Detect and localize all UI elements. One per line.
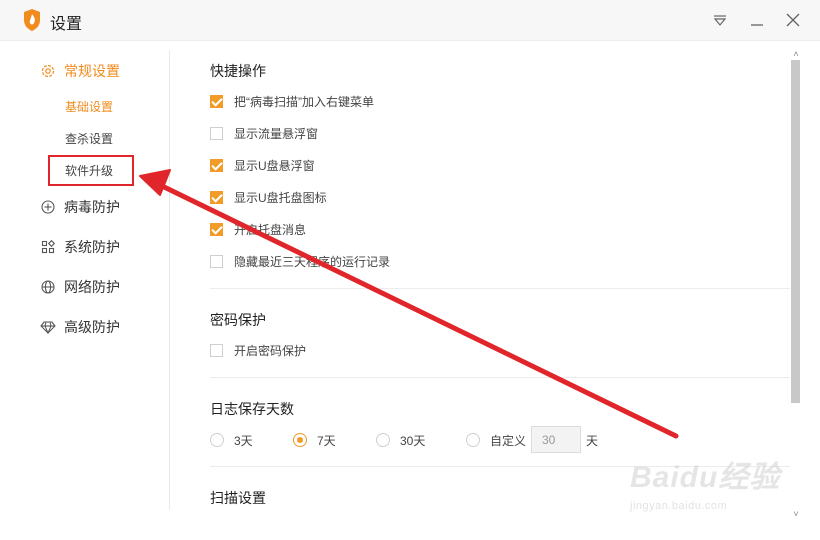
sidebar-item-label: 高级防护 — [64, 319, 120, 335]
diamond-icon — [40, 321, 56, 335]
checkbox[interactable] — [210, 190, 223, 204]
section-title-shortcut: 快捷操作 — [210, 63, 266, 79]
watermark-url: jingyan.baidu.com — [630, 500, 728, 512]
option-label: 开启托盘消息 — [234, 222, 307, 237]
close-icon[interactable] — [781, 8, 805, 32]
window-title: 设置 — [50, 16, 83, 33]
checkbox[interactable] — [210, 126, 223, 140]
radio-label: 3天 — [234, 433, 253, 448]
sidebar-item-label: 常规设置 — [64, 63, 120, 79]
radio-label: 7天 — [317, 433, 336, 448]
option-label: 显示U盘托盘图标 — [234, 190, 327, 205]
option-label: 把“病毒扫描”加入右键菜单 — [234, 94, 374, 109]
section-divider — [210, 377, 790, 378]
section-title-password: 密码保护 — [210, 312, 266, 328]
sidebar-item-label: 病毒防护 — [64, 199, 120, 215]
option-usb-float[interactable]: 显示U盘悬浮窗 — [210, 157, 315, 173]
app-logo-icon — [24, 9, 40, 31]
sidebar-item-virus[interactable]: 病毒防护 — [40, 194, 120, 220]
checkbox[interactable] — [210, 222, 223, 236]
section-title-scan: 扫描设置 — [210, 490, 266, 506]
radio-3-days[interactable]: 3天 — [210, 432, 253, 448]
radio-label: 自定义 — [490, 433, 527, 448]
watermark-logo: Baidu经验 — [630, 461, 781, 494]
custom-days-input[interactable] — [531, 426, 581, 453]
option-label: 显示流量悬浮窗 — [234, 126, 319, 141]
radio-button[interactable] — [293, 433, 307, 447]
option-add-context-menu[interactable]: 把“病毒扫描”加入右键菜单 — [210, 93, 374, 109]
scrollbar-thumb[interactable] — [791, 60, 800, 403]
checkbox[interactable] — [210, 254, 223, 268]
option-tray-messages[interactable]: 开启托盘消息 — [210, 221, 306, 237]
checkbox[interactable] — [210, 343, 223, 357]
sidebar-divider — [169, 50, 170, 510]
section-title-log-days: 日志保存天数 — [210, 401, 294, 417]
sidebar-item-label: 网络防护 — [64, 279, 120, 295]
sidebar-item-general[interactable]: 常规设置 — [40, 58, 120, 84]
checkbox[interactable] — [210, 158, 223, 172]
scroll-down-icon[interactable]: ˅ — [790, 509, 802, 519]
radio-label: 30天 — [400, 433, 426, 448]
radio-30-days[interactable]: 30天 — [376, 432, 425, 448]
sidebar-item-advanced[interactable]: 高级防护 — [40, 314, 120, 340]
checkbox[interactable] — [210, 94, 223, 108]
option-password-protection[interactable]: 开启密码保护 — [210, 342, 306, 358]
radio-button[interactable] — [466, 433, 480, 447]
radio-7-days[interactable]: 7天 — [293, 432, 336, 448]
radio-custom[interactable]: 自定义 — [466, 432, 526, 448]
radio-button[interactable] — [376, 433, 390, 447]
watermark: Baidu经验 jingyan.baidu.com — [630, 448, 790, 518]
dropdown-menu-icon[interactable] — [708, 8, 732, 32]
sidebar-item-system[interactable]: 系统防护 — [40, 234, 120, 260]
sidebar-item-network[interactable]: 网络防护 — [40, 274, 120, 300]
option-hide-run-records[interactable]: 隐藏最近三天程序的运行记录 — [210, 253, 390, 269]
plus-circle-icon — [41, 200, 55, 214]
option-usb-tray-icon[interactable]: 显示U盘托盘图标 — [210, 189, 327, 205]
minimize-icon[interactable] — [745, 8, 769, 32]
gear-icon — [41, 64, 55, 78]
option-label: 隐藏最近三天程序的运行记录 — [234, 254, 391, 269]
scroll-up-icon[interactable]: ˄ — [790, 49, 802, 59]
annotation-highlight-box — [48, 155, 134, 186]
option-label: 开启密码保护 — [234, 343, 307, 358]
radio-button[interactable] — [210, 433, 224, 447]
sidebar-item-label: 系统防护 — [64, 239, 120, 255]
sidebar-subitem-basic[interactable]: 基础设置 — [65, 98, 113, 115]
option-traffic-float[interactable]: 显示流量悬浮窗 — [210, 125, 318, 141]
sidebar-subitem-scan[interactable]: 查杀设置 — [65, 130, 113, 147]
apps-grid-icon — [41, 239, 56, 254]
title-bar: 设置 — [0, 0, 820, 41]
section-divider — [210, 288, 790, 289]
globe-icon — [41, 280, 55, 294]
days-unit-label: 天 — [586, 434, 599, 448]
option-label: 显示U盘悬浮窗 — [234, 158, 315, 173]
